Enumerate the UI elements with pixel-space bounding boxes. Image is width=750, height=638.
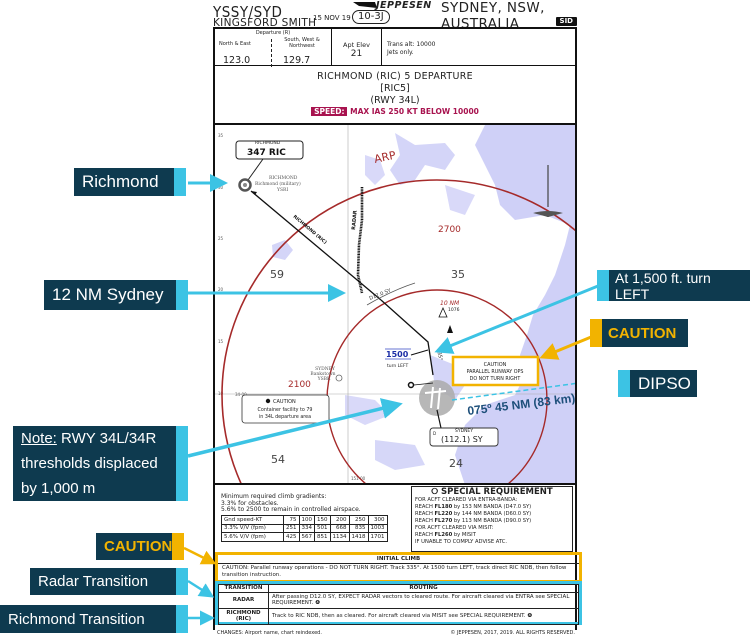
callout-caution-left: CAUTION [96,533,184,560]
arrow-turn-left [434,284,599,354]
callout-accent [172,533,184,560]
arrow-caution-right [539,333,597,360]
arrow-radar [187,579,215,598]
callout-text: Radar Transition [38,573,149,590]
callout-text: DIPSO [638,373,691,393]
callout-text: CAUTION [104,538,173,555]
callout-richmond-transition: Richmond Transition [0,605,188,633]
callout-accent [176,568,188,595]
callout-text: 12 NM Sydney [52,285,164,304]
callout-text: CAUTION [608,324,677,342]
callout-radar-transition: Radar Transition [30,568,188,595]
callout-text: Note: RWY 34L/34R thresholds displaced by … [21,430,158,497]
callout-accent [176,605,188,633]
callout-accent [618,370,630,397]
callout-text: At 1,500 ft. turn LEFT [615,269,711,302]
callout-dipso: DIPSO [618,370,697,397]
callout-text: Richmond Transition [8,610,145,628]
callout-accent [590,319,602,347]
callout-accent [174,168,186,196]
callout-accent [176,280,188,310]
callout-richmond: Richmond [74,168,186,196]
callout-turn-left: At 1,500 ft. turn LEFT [597,269,750,302]
callout-accent [176,426,188,501]
callout-accent [597,270,609,301]
callout-note: Note: RWY 34L/34R thresholds displaced by … [13,426,188,501]
callout-12nm: 12 NM Sydney [44,280,188,310]
arrow-caution-left [183,546,217,565]
callout-text: Richmond [82,172,159,191]
arrow-note [187,398,403,458]
note-prefix: Note: [21,430,57,447]
callout-caution-right: CAUTION [590,319,688,347]
